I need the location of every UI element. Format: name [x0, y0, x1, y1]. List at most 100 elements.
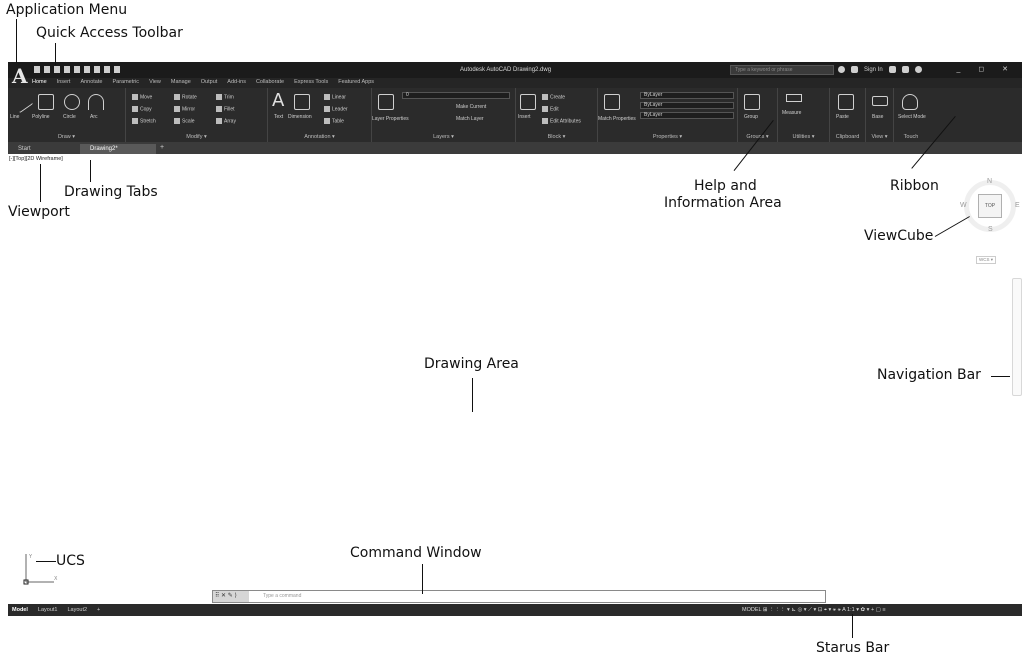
viewcube-north[interactable]: N	[987, 178, 992, 185]
command-window-controls[interactable]: ⠿ ✕ ✎ ⟩	[213, 591, 249, 602]
command-input[interactable]: Type a command	[263, 592, 301, 601]
layer-dropdown[interactable]: 0	[402, 92, 510, 99]
panel-touch-title[interactable]: Touch	[894, 134, 928, 140]
help-icon[interactable]	[914, 66, 922, 73]
array-button[interactable]: Array	[216, 118, 236, 124]
circle-button[interactable]: Circle	[63, 114, 76, 120]
tab-output[interactable]: Output	[201, 79, 218, 85]
move-button[interactable]: Move	[132, 94, 152, 100]
arc-icon[interactable]	[88, 94, 104, 110]
match-properties-button[interactable]: Match Properties	[598, 116, 636, 122]
tab-manage[interactable]: Manage	[171, 79, 191, 85]
dimension-icon[interactable]	[294, 94, 310, 110]
line-icon[interactable]	[10, 90, 34, 114]
trim-button[interactable]: Trim	[216, 94, 234, 100]
cloud-save-icon[interactable]	[84, 66, 90, 73]
tab-parametric[interactable]: Parametric	[112, 79, 139, 85]
scale-button[interactable]: Scale	[174, 118, 195, 124]
layer-properties-icon[interactable]	[378, 94, 394, 110]
save-as-icon[interactable]	[64, 66, 70, 73]
command-window[interactable]: ⠿ ✕ ✎ ⟩ Type a command	[212, 590, 826, 603]
lineweight-dropdown[interactable]: ByLayer	[640, 112, 734, 119]
tab-add-ins[interactable]: Add-ins	[227, 79, 246, 85]
tab-featured-apps[interactable]: Featured Apps	[338, 79, 374, 85]
new-tab-icon[interactable]: +	[160, 144, 164, 151]
create-block-button[interactable]: Create	[542, 94, 565, 100]
text-icon[interactable]: A	[272, 90, 284, 111]
tab-model[interactable]: Model	[12, 605, 28, 615]
leader-button[interactable]: Leader	[324, 106, 348, 112]
redo-icon[interactable]	[114, 66, 120, 73]
navigation-bar[interactable]	[1012, 278, 1022, 396]
paste-button[interactable]: Paste	[836, 114, 849, 120]
circle-icon[interactable]	[64, 94, 80, 110]
layer-properties-button[interactable]: Layer Properties	[372, 116, 409, 122]
copy-button[interactable]: Copy	[132, 106, 152, 112]
search-input[interactable]: Type a keyword or phrase	[730, 65, 834, 75]
panel-draw-title[interactable]: Draw ▾	[8, 134, 125, 140]
search-icon[interactable]	[838, 66, 845, 73]
panel-properties-title[interactable]: Properties ▾	[598, 134, 737, 140]
cart-icon[interactable]	[888, 66, 896, 73]
insert-icon[interactable]	[520, 94, 536, 110]
stretch-button[interactable]: Stretch	[132, 118, 156, 124]
fillet-button[interactable]: Fillet	[216, 106, 235, 112]
plot-icon[interactable]	[94, 66, 100, 73]
panel-view-title[interactable]: View ▾	[866, 134, 893, 140]
polyline-icon[interactable]	[38, 94, 54, 110]
user-icon[interactable]	[851, 66, 858, 73]
tab-annotate[interactable]: Annotate	[80, 79, 102, 85]
viewcube-south[interactable]: S	[988, 226, 993, 233]
wcs-menu[interactable]: WCS ▾	[976, 256, 997, 264]
arc-button[interactable]: Arc	[90, 114, 98, 120]
tab-layout1[interactable]: Layout1	[38, 605, 58, 615]
tab-home[interactable]: Home	[32, 79, 47, 85]
dimension-button[interactable]: Dimension	[288, 114, 312, 120]
measure-button[interactable]: Measure	[782, 110, 801, 116]
text-button[interactable]: Text	[274, 114, 283, 120]
panel-annotation-title[interactable]: Annotation ▾	[268, 134, 371, 140]
add-layout-icon[interactable]: +	[97, 605, 100, 615]
tab-view[interactable]: View	[149, 79, 161, 85]
edit-block-button[interactable]: Edit	[542, 106, 559, 112]
application-menu-button[interactable]: A	[12, 63, 28, 89]
sign-in-link[interactable]: Sign In	[864, 67, 883, 73]
tab-start[interactable]: Start	[8, 144, 78, 154]
mirror-button[interactable]: Mirror	[174, 106, 195, 112]
window-controls[interactable]: _ ◻ ✕	[957, 65, 1016, 73]
tab-express-tools[interactable]: Express Tools	[294, 79, 328, 85]
viewcube-east[interactable]: E	[1015, 202, 1020, 209]
line-button[interactable]: Line	[10, 114, 19, 120]
save-icon[interactable]	[54, 66, 60, 73]
table-button[interactable]: Table	[324, 118, 344, 124]
select-mode-icon[interactable]	[902, 94, 918, 110]
panel-utilities-title[interactable]: Utilities ▾	[778, 134, 829, 140]
viewcube-top-face[interactable]: TOP	[978, 194, 1002, 218]
viewcube-west[interactable]: W	[960, 202, 967, 209]
base-icon[interactable]	[872, 96, 888, 106]
match-layer-button[interactable]: Match Layer	[456, 116, 484, 122]
panel-clipboard-title[interactable]: Clipboard	[830, 134, 865, 140]
edit-attributes-button[interactable]: Edit Attributes	[542, 118, 581, 124]
drawing-area[interactable]: [-][Top][2D Wireframe] TOP N W E S WCS ▾…	[8, 154, 1022, 604]
undo-icon[interactable]	[104, 66, 110, 73]
tab-drawing2[interactable]: Drawing2*	[80, 144, 156, 154]
group-button[interactable]: Group	[744, 114, 758, 120]
paste-icon[interactable]	[838, 94, 854, 110]
tab-insert[interactable]: Insert	[57, 79, 71, 85]
base-button[interactable]: Base	[872, 114, 883, 120]
measure-icon[interactable]	[786, 94, 802, 102]
make-current-button[interactable]: Make Current	[456, 104, 486, 110]
group-icon[interactable]	[744, 94, 760, 110]
insert-button[interactable]: Insert	[518, 114, 531, 120]
select-mode-button[interactable]: Select Mode	[898, 114, 926, 120]
polyline-button[interactable]: Polyline	[32, 114, 50, 120]
match-properties-icon[interactable]	[604, 94, 620, 110]
tab-collaborate[interactable]: Collaborate	[256, 79, 284, 85]
tab-layout2[interactable]: Layout2	[67, 605, 87, 615]
status-bar-toggles[interactable]: MODEL ⊞ ⋮⋮⋮ ▾ ⊾ ◎ ▾ ⟋ ▾ ⊡ ⌖ ▾ ⚹ ⚹ A 1:1 …	[742, 605, 886, 615]
rotate-button[interactable]: Rotate	[174, 94, 197, 100]
cloud-open-icon[interactable]	[74, 66, 80, 73]
panel-block-title[interactable]: Block ▾	[516, 134, 597, 140]
new-icon[interactable]	[34, 66, 40, 73]
